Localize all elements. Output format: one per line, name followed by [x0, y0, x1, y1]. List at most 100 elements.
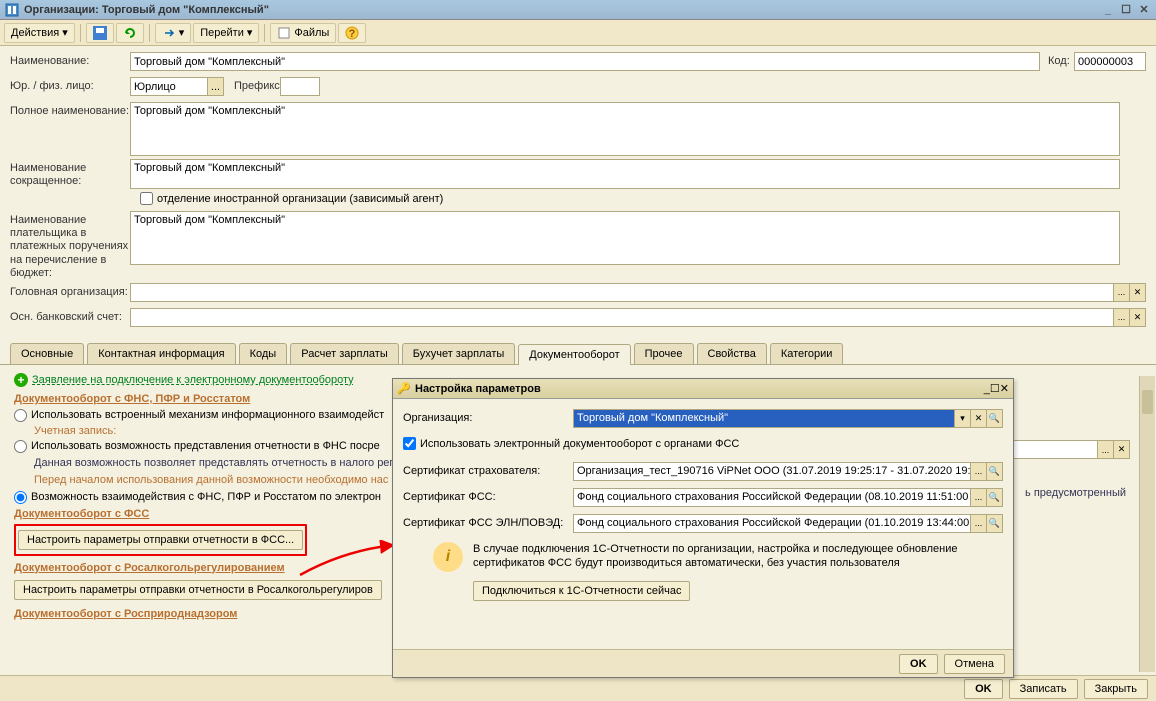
scrollbar[interactable] — [1139, 376, 1155, 672]
separator — [80, 24, 81, 42]
tab-salary-calc[interactable]: Расчет зарплаты — [290, 343, 399, 364]
bank-account-label: Осн. банковский счет: — [10, 308, 130, 323]
prefix-label: Префикс: — [224, 77, 280, 92]
configure-rosalco-button[interactable]: Настроить параметры отправки отчетности … — [14, 580, 382, 600]
tab-codes[interactable]: Коды — [239, 343, 288, 364]
person-type-select[interactable]: Юрлицо — [130, 77, 208, 96]
cert1-select-button[interactable]: ... — [970, 462, 987, 481]
account-input[interactable] — [1010, 440, 1098, 459]
cert3-value: Фонд социального страхования Российской … — [577, 517, 969, 529]
help-button[interactable]: ? — [338, 23, 366, 43]
actions-label: Действия — [11, 27, 59, 39]
radio-intermediary-label: Использовать возможность представления о… — [31, 440, 380, 452]
files-button[interactable]: Файлы — [270, 23, 336, 43]
goto-label: Перейти — [200, 27, 244, 39]
configure-fss-button[interactable]: Настроить параметры отправки отчетности … — [18, 530, 303, 550]
key-icon: 🔑 — [397, 382, 411, 396]
cert1-input[interactable]: Организация_тест_190716 ViPNet ООО (31.0… — [573, 462, 972, 481]
tabs-row: Основные Контактная информация Коды Расч… — [0, 339, 1156, 365]
tab-salary-acc[interactable]: Бухучет зарплаты — [402, 343, 516, 364]
separator — [149, 24, 150, 42]
settings-dialog: 🔑 Настройка параметров _ ☐ ✕ Организация… — [392, 378, 1014, 678]
cert2-input[interactable]: Фонд социального страхования Российской … — [573, 488, 972, 507]
cert2-lookup-button[interactable]: 🔍 — [986, 488, 1003, 507]
org-input[interactable]: Торговый дом "Комплексный" — [573, 409, 956, 428]
account-select-button[interactable]: ... — [1097, 440, 1114, 459]
fullname-textarea[interactable]: Торговый дом "Комплексный" — [130, 102, 1120, 156]
payer-label: Наименование плательщика в платежных пор… — [10, 211, 130, 280]
app-icon — [4, 2, 20, 18]
close-button[interactable]: ✕ — [1136, 3, 1152, 17]
name-input[interactable] — [130, 52, 1040, 71]
svg-text:?: ? — [349, 28, 356, 40]
actions-menu[interactable]: Действия▾ — [4, 23, 75, 43]
use-edo-checkbox[interactable] — [403, 437, 416, 450]
plus-icon: + — [14, 373, 28, 387]
dialog-title-bar: 🔑 Настройка параметров _ ☐ ✕ — [393, 379, 1013, 399]
window-footer: OK Записать Закрыть — [0, 675, 1156, 701]
main-save-button[interactable]: Записать — [1009, 679, 1078, 699]
head-org-select-button[interactable]: ... — [1113, 283, 1130, 302]
chevron-down-icon: ▾ — [179, 26, 185, 39]
radio-intermediary[interactable] — [14, 440, 27, 453]
tab-other[interactable]: Прочее — [634, 343, 694, 364]
maximize-button[interactable]: ☐ — [1118, 3, 1134, 17]
refresh-icon-button[interactable] — [116, 23, 144, 43]
dialog-ok-button[interactable]: OK — [899, 654, 938, 674]
person-type-value: Юрлицо — [134, 81, 176, 93]
radio-electronic[interactable] — [14, 491, 27, 504]
bank-select-button[interactable]: ... — [1113, 308, 1130, 327]
dialog-close-button[interactable]: ✕ — [1000, 382, 1009, 395]
tab-main[interactable]: Основные — [10, 343, 84, 364]
tab-categories[interactable]: Категории — [770, 343, 844, 364]
use-edo-label: Использовать электронный документооборот… — [420, 438, 739, 450]
shortname-label: Наименование сокращенное: — [10, 159, 130, 188]
scrollbar-thumb[interactable] — [1142, 390, 1153, 414]
separator — [264, 24, 265, 42]
main-close-button[interactable]: Закрыть — [1084, 679, 1148, 699]
arrow-annotation — [295, 540, 405, 580]
dialog-cancel-button[interactable]: Отмена — [944, 654, 1005, 674]
cert3-select-button[interactable]: ... — [970, 514, 987, 533]
tab-contact[interactable]: Контактная информация — [87, 343, 235, 364]
highlight-red-box: Настроить параметры отправки отчетности … — [14, 524, 307, 556]
connect-1c-button[interactable]: Подключиться к 1С-Отчетности сейчас — [473, 581, 690, 601]
apply-connection-link[interactable]: Заявление на подключение к электронному … — [32, 374, 354, 386]
toolbar: Действия▾ ▾ Перейти▾ Файлы ? — [0, 20, 1156, 46]
cert3-lookup-button[interactable]: 🔍 — [986, 514, 1003, 533]
code-input[interactable] — [1074, 52, 1146, 71]
radio-builtin[interactable] — [14, 409, 27, 422]
account-clear-button[interactable]: ✕ — [1113, 440, 1130, 459]
nav-icon-button[interactable]: ▾ — [155, 23, 192, 43]
person-select-button[interactable]: ... — [207, 77, 224, 96]
dialog-title: Настройка параметров — [415, 383, 984, 395]
dialog-maximize-button[interactable]: ☐ — [990, 382, 1000, 395]
bank-clear-button[interactable]: ✕ — [1129, 308, 1146, 327]
info-message: В случае подключения 1С-Отчетности по ор… — [473, 542, 973, 571]
radio-electronic-label: Возможность взаимодействия с ФНС, ПФР и … — [31, 491, 381, 503]
tab-document-flow[interactable]: Документооборот — [518, 344, 630, 365]
org-dropdown-button[interactable]: ▾ — [954, 409, 971, 428]
bank-account-input[interactable] — [130, 308, 1114, 327]
chevron-down-icon: ▾ — [247, 26, 253, 39]
cert1-lookup-button[interactable]: 🔍 — [986, 462, 1003, 481]
minimize-button[interactable]: _ — [1100, 3, 1116, 17]
prefix-input[interactable] — [280, 77, 320, 96]
info-icon: i — [433, 542, 463, 572]
head-org-label: Головная организация: — [10, 283, 130, 298]
head-org-input[interactable] — [130, 283, 1114, 302]
tab-properties[interactable]: Свойства — [697, 343, 767, 364]
dialog-body: Организация: Торговый дом "Комплексный" … — [393, 399, 1013, 611]
cert3-input[interactable]: Фонд социального страхования Российской … — [573, 514, 972, 533]
save-icon-button[interactable] — [86, 23, 114, 43]
cert2-value: Фонд социального страхования Российской … — [577, 491, 968, 503]
org-lookup-button[interactable]: 🔍 — [986, 409, 1003, 428]
shortname-textarea[interactable]: Торговый дом "Комплексный" — [130, 159, 1120, 189]
payer-textarea[interactable]: Торговый дом "Комплексный" — [130, 211, 1120, 265]
head-org-clear-button[interactable]: ✕ — [1129, 283, 1146, 302]
goto-menu[interactable]: Перейти▾ — [193, 23, 259, 43]
org-clear-button[interactable]: ✕ — [970, 409, 987, 428]
main-ok-button[interactable]: OK — [964, 679, 1003, 699]
cert2-select-button[interactable]: ... — [970, 488, 987, 507]
foreign-branch-checkbox[interactable] — [140, 192, 153, 205]
